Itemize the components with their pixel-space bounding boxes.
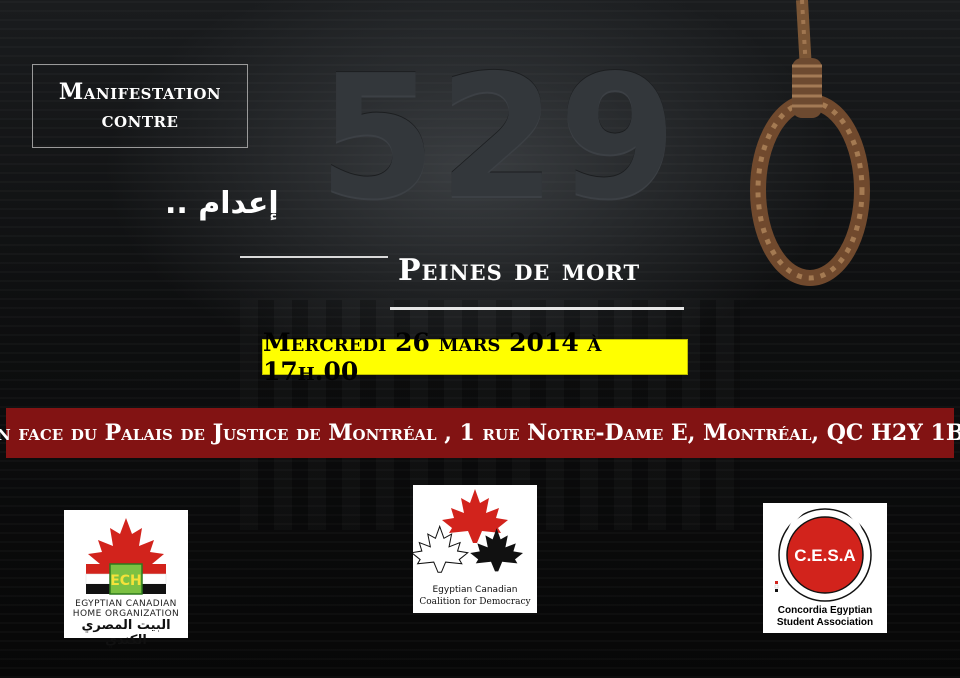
date-banner: Mercredi 26 mars 2014 à 17h.00 (262, 328, 688, 386)
logo-egyptian-canadian-coalition: Egyptian Canadian Coalition for Democrac… (413, 485, 537, 613)
maple-leaves-icon (413, 489, 523, 573)
manifestation-title: Manifestation (58, 79, 222, 105)
protest-poster: Manifestation contre 529 إعدام .. Peines… (0, 0, 960, 678)
ech-arabic-name: البيت المصري الكندي (81, 618, 171, 648)
logo-egyptian-canadian-home: ECH EGYPTIAN CANADIAN HOME ORGANIZATION … (64, 510, 188, 648)
arabic-headline: إعدام .. (165, 186, 279, 221)
event-address-text: En face du Palais de Justice de Montréal… (0, 420, 960, 446)
noose-rope-icon (750, 0, 870, 286)
cesa-initials: C.E.S.A (794, 546, 856, 565)
logo-cesa: C.E.S.A Concordia Egyptian Student Assoc… (763, 503, 887, 633)
maple-leaf-icon: ECH (85, 518, 167, 595)
ech-name-line1: EGYPTIAN CANADIAN (75, 599, 177, 609)
cesa-name-line1: Concordia Egyptian (777, 605, 873, 616)
headline-number: 529 (318, 39, 679, 237)
manifestation-subtitle: contre (101, 107, 179, 133)
divider-bottom (390, 307, 684, 310)
manifestation-box: Manifestation contre (32, 64, 248, 148)
address-banner: En face du Palais de Justice de Montréal… (0, 408, 960, 458)
eccd-name-line1: Egyptian Canadian (432, 585, 518, 595)
eccd-name-line2: Coalition for Democracy (419, 597, 531, 607)
divider-left (240, 256, 388, 258)
event-date-text: Mercredi 26 mars 2014 à 17h.00 (263, 328, 602, 386)
peines-subtitle: Peines de mort (398, 253, 641, 288)
svg-text:ECH: ECH (110, 573, 142, 589)
cesa-name-line2: Student Association (776, 617, 874, 628)
